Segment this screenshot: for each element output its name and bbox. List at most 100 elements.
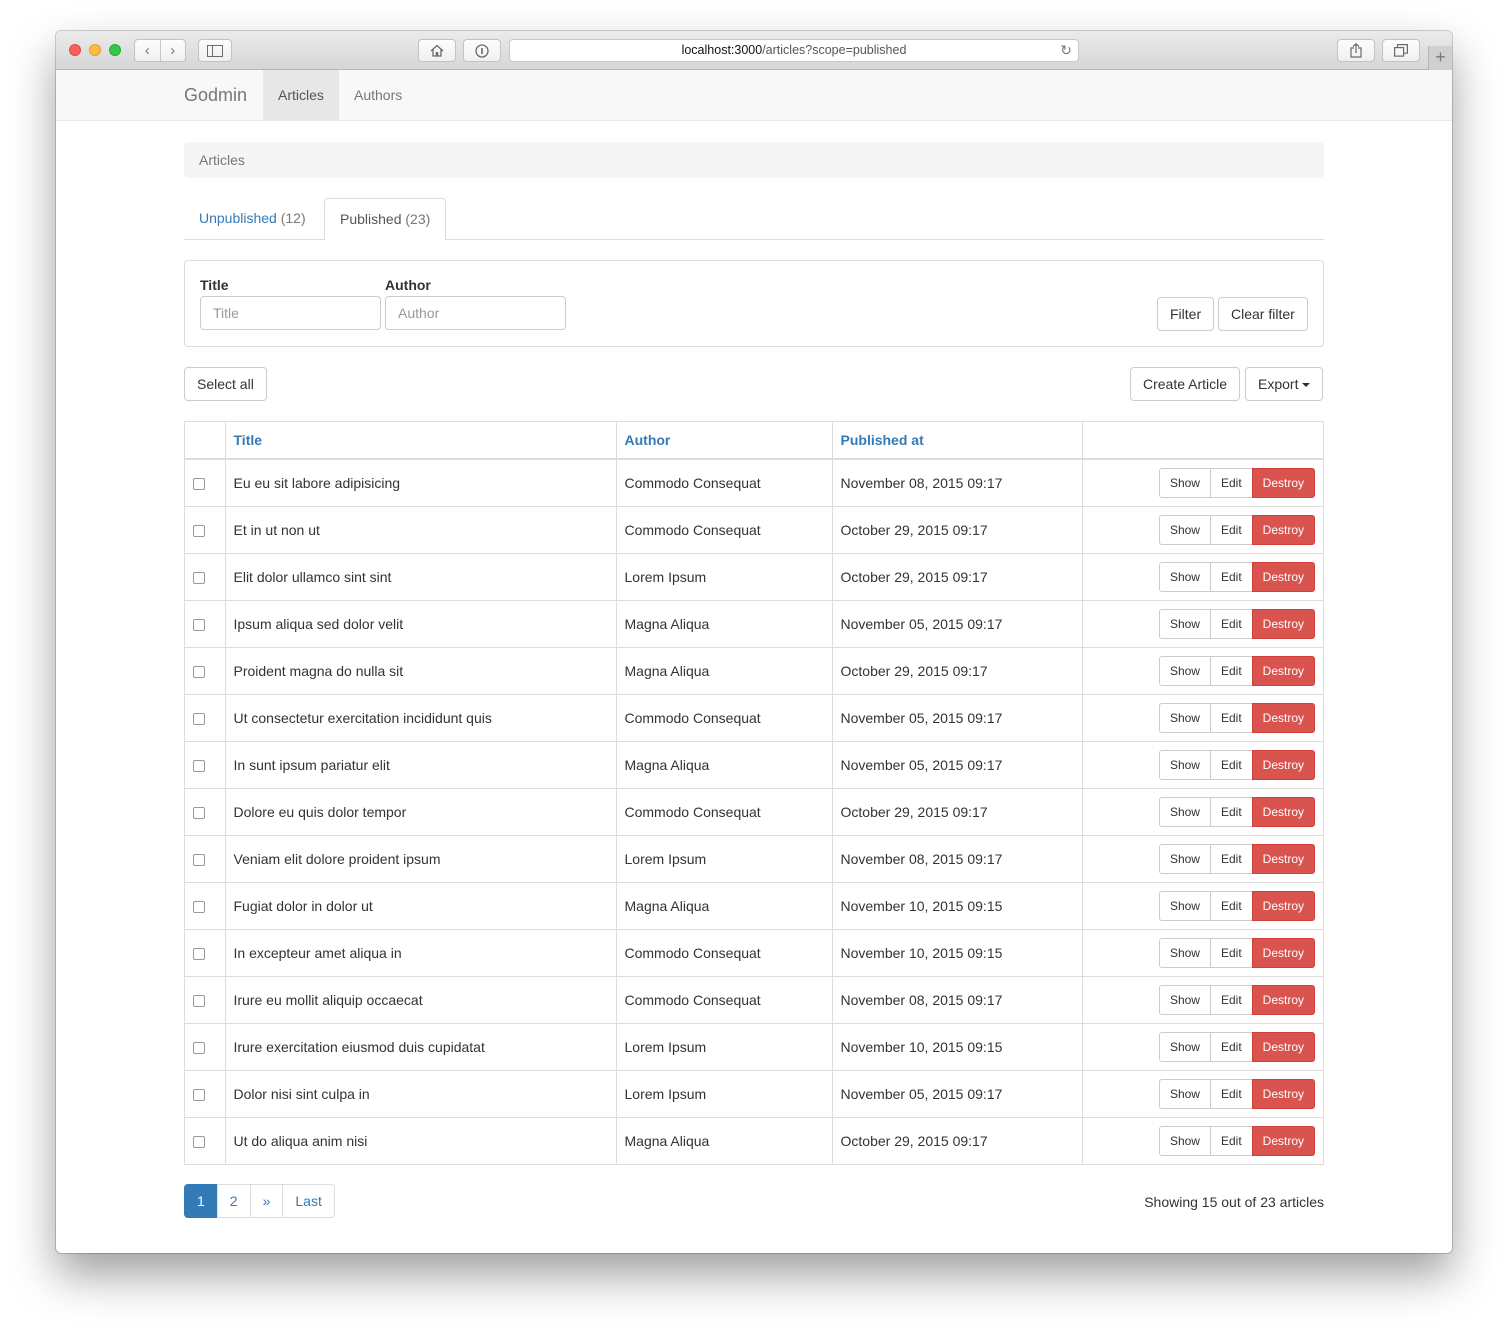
last-page-link[interactable]: Last (282, 1184, 335, 1218)
destroy-button[interactable]: Destroy (1251, 1078, 1315, 1109)
minimize-window-button[interactable] (89, 44, 101, 56)
row-checkbox[interactable] (193, 524, 205, 537)
destroy-button[interactable]: Destroy (1251, 561, 1315, 592)
edit-button[interactable]: Edit (1209, 1125, 1253, 1156)
destroy-button[interactable]: Destroy (1251, 467, 1315, 498)
next-page-link[interactable]: » (249, 1184, 284, 1218)
row-checkbox[interactable] (193, 1088, 205, 1101)
breadcrumb: Articles (184, 142, 1324, 178)
row-checkbox[interactable] (193, 947, 205, 960)
edit-button[interactable]: Edit (1209, 514, 1253, 545)
edit-button[interactable]: Edit (1209, 1031, 1253, 1062)
show-button[interactable]: Show (1158, 702, 1211, 733)
edit-button[interactable]: Edit (1209, 843, 1253, 874)
zoom-window-button[interactable] (109, 44, 121, 56)
show-button[interactable]: Show (1158, 1078, 1211, 1109)
destroy-button[interactable]: Destroy (1251, 890, 1315, 921)
sidebar-toggle-button[interactable] (198, 39, 232, 62)
show-button[interactable]: Show (1158, 843, 1211, 874)
new-tab-button[interactable]: + (1428, 46, 1452, 70)
create-article-button[interactable]: Create Article (1130, 367, 1241, 401)
row-checkbox[interactable] (193, 618, 205, 631)
tabs-overview-button[interactable] (1382, 39, 1420, 62)
destroy-button[interactable]: Destroy (1251, 1125, 1315, 1156)
row-checkbox[interactable] (193, 1041, 205, 1054)
row-checkbox[interactable] (193, 853, 205, 866)
edit-button[interactable]: Edit (1209, 984, 1253, 1015)
destroy-button[interactable]: Destroy (1251, 984, 1315, 1015)
edit-button[interactable]: Edit (1209, 749, 1253, 780)
show-button[interactable]: Show (1158, 1031, 1211, 1062)
destroy-button[interactable]: Destroy (1251, 608, 1315, 639)
share-button[interactable] (1337, 39, 1375, 62)
destroy-button[interactable]: Destroy (1251, 937, 1315, 968)
title-filter-input[interactable] (200, 296, 381, 330)
destroy-button[interactable]: Destroy (1251, 796, 1315, 827)
page-2-link[interactable]: 2 (216, 1184, 251, 1218)
edit-button[interactable]: Edit (1209, 1078, 1253, 1109)
edit-button[interactable]: Edit (1209, 702, 1253, 733)
row-checkbox[interactable] (193, 712, 205, 725)
destroy-button[interactable]: Destroy (1251, 749, 1315, 780)
nav-item-articles[interactable]: Articles (263, 70, 339, 120)
show-button[interactable]: Show (1158, 1125, 1211, 1156)
tab-published[interactable]: Published (23) (324, 198, 447, 241)
edit-button[interactable]: Edit (1209, 608, 1253, 639)
show-button[interactable]: Show (1158, 514, 1211, 545)
show-button[interactable]: Show (1158, 937, 1211, 968)
close-window-button[interactable] (69, 44, 81, 56)
row-checkbox[interactable] (193, 1136, 205, 1149)
edit-button[interactable]: Edit (1209, 890, 1253, 921)
page-1-link[interactable]: 1 (184, 1184, 218, 1218)
reader-button[interactable] (463, 39, 501, 62)
show-button[interactable]: Show (1158, 749, 1211, 780)
row-title: Fugiat dolor in dolor ut (225, 881, 617, 929)
destroy-button[interactable]: Destroy (1251, 702, 1315, 733)
edit-button[interactable]: Edit (1209, 561, 1253, 592)
show-button[interactable]: Show (1158, 561, 1211, 592)
row-actions: Show Edit Destroy (1082, 787, 1323, 835)
row-author: Lorem Ipsum (616, 1069, 833, 1117)
author-filter-input[interactable] (385, 296, 566, 330)
show-button[interactable]: Show (1158, 890, 1211, 921)
tab-unpublished[interactable]: Unpublished (12) (184, 198, 321, 240)
clear-filter-button[interactable]: Clear filter (1218, 297, 1308, 331)
row-checkbox[interactable] (193, 478, 205, 491)
show-button[interactable]: Show (1158, 467, 1211, 498)
nav-item-authors[interactable]: Authors (339, 70, 417, 120)
forward-arrow-icon[interactable]: › (161, 40, 186, 61)
row-checkbox[interactable] (193, 994, 205, 1007)
filter-button[interactable]: Filter (1157, 297, 1215, 331)
home-button[interactable] (418, 39, 456, 62)
edit-button[interactable]: Edit (1209, 467, 1253, 498)
reload-icon[interactable]: ↻ (1060, 40, 1072, 61)
show-button[interactable]: Show (1158, 984, 1211, 1015)
table-row: Ut do aliqua anim nisi Magna Aliqua Octobe… (185, 1116, 1323, 1164)
row-checkbox[interactable] (193, 665, 205, 678)
destroy-button[interactable]: Destroy (1251, 655, 1315, 686)
edit-button[interactable]: Edit (1209, 937, 1253, 968)
edit-button[interactable]: Edit (1209, 655, 1253, 686)
column-header-title[interactable]: Title (225, 422, 617, 460)
brand-logo[interactable]: Godmin (184, 85, 247, 106)
row-checkbox[interactable] (193, 571, 205, 584)
show-button[interactable]: Show (1158, 655, 1211, 686)
destroy-button[interactable]: Destroy (1251, 1031, 1315, 1062)
address-bar[interactable]: localhost:3000/articles?scope=published … (509, 39, 1079, 62)
column-header-published-at[interactable]: Published at (832, 422, 1083, 460)
show-button[interactable]: Show (1158, 796, 1211, 827)
back-arrow-icon[interactable]: ‹ (135, 40, 161, 61)
destroy-button[interactable]: Destroy (1251, 843, 1315, 874)
destroy-button[interactable]: Destroy (1251, 514, 1315, 545)
row-checkbox[interactable] (193, 759, 205, 772)
table-row: Ipsum aliqua sed dolor velit Magna Aliqua… (185, 599, 1323, 647)
column-header-author[interactable]: Author (616, 422, 833, 460)
edit-button[interactable]: Edit (1209, 796, 1253, 827)
export-dropdown-button[interactable]: Export (1245, 367, 1324, 401)
row-checkbox[interactable] (193, 806, 205, 819)
select-all-button[interactable]: Select all (184, 367, 267, 401)
row-checkbox[interactable] (193, 900, 205, 913)
pagination: 1 2 » Last (184, 1184, 335, 1218)
show-button[interactable]: Show (1158, 608, 1211, 639)
row-actions: Show Edit Destroy (1082, 693, 1323, 741)
